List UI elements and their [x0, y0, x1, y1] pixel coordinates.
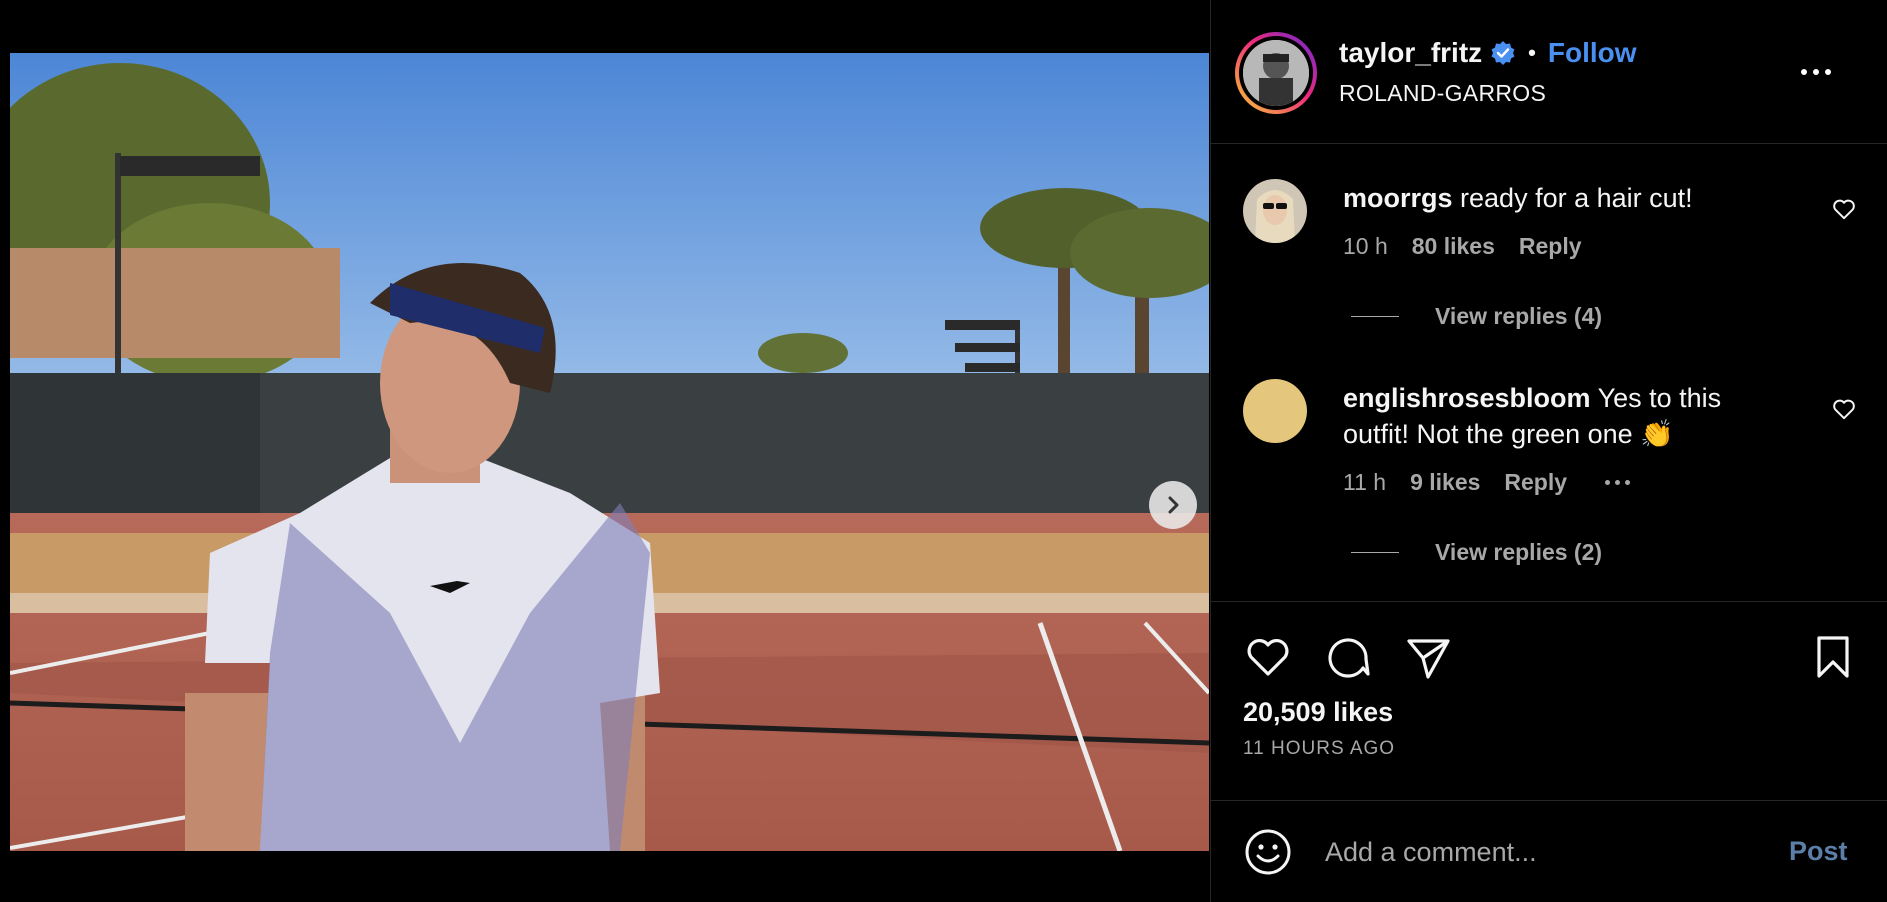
post-media[interactable]	[10, 53, 1209, 851]
header-separator: •	[1528, 40, 1536, 65]
comment-text: englishrosesbloom Yes to this outfit! No…	[1343, 380, 1773, 452]
heart-outline-icon[interactable]	[1831, 396, 1857, 422]
like-count[interactable]: 20,509 likes	[1243, 697, 1393, 728]
post-side-panel: taylor_fritz • Follow ROLAND-GARROS moor…	[1210, 0, 1887, 902]
verified-badge-icon	[1491, 41, 1515, 65]
comment-time[interactable]: 10 h	[1343, 233, 1388, 260]
post-location[interactable]: ROLAND-GARROS	[1339, 80, 1546, 107]
share-icon[interactable]	[1403, 632, 1453, 682]
comment-item: moorrgs ready for a hair cut! 10 h 80 li…	[1211, 143, 1887, 333]
comment-meta: 11 h 9 likes Reply	[1343, 469, 1631, 496]
comment-more-icon[interactable]	[1605, 469, 1631, 496]
view-replies-label: View replies (4)	[1435, 303, 1603, 329]
next-slide-button[interactable]	[1149, 481, 1197, 529]
reply-button[interactable]: Reply	[1519, 233, 1582, 260]
post-actions: 20,509 likes 11 HOURS AGO	[1211, 601, 1887, 801]
comment-input[interactable]	[1323, 828, 1767, 876]
heart-outline-icon[interactable]	[1831, 196, 1857, 222]
post-comment-button[interactable]: Post	[1789, 836, 1848, 867]
comment-likes[interactable]: 80 likes	[1412, 233, 1495, 260]
like-icon[interactable]	[1243, 632, 1293, 682]
post-photo	[10, 53, 1209, 851]
comment-username[interactable]: englishrosesbloom	[1343, 383, 1591, 413]
comment-meta: 10 h 80 likes Reply	[1343, 233, 1582, 260]
comment-item: englishrosesbloom Yes to this outfit! No…	[1211, 343, 1887, 583]
post-timestamp[interactable]: 11 HOURS AGO	[1243, 738, 1395, 760]
replies-divider	[1351, 552, 1399, 553]
follow-button[interactable]: Follow	[1548, 37, 1637, 69]
view-replies-button[interactable]: View replies (4)	[1351, 303, 1602, 330]
post-header: taylor_fritz • Follow ROLAND-GARROS	[1211, 0, 1887, 144]
avatar-photo	[1243, 40, 1309, 106]
view-replies-button[interactable]: View replies (2)	[1351, 539, 1602, 566]
comment-icon[interactable]	[1323, 632, 1373, 682]
comment-username[interactable]: moorrgs	[1343, 183, 1453, 213]
more-options-icon[interactable]	[1801, 60, 1845, 84]
emoji-icon[interactable]	[1243, 827, 1293, 877]
author-row: taylor_fritz • Follow	[1339, 37, 1637, 69]
view-replies-label: View replies (2)	[1435, 539, 1603, 565]
chevron-right-icon	[1168, 496, 1179, 514]
comment-body: ready for a hair cut!	[1452, 183, 1693, 213]
author-username[interactable]: taylor_fritz	[1339, 37, 1482, 69]
reply-button[interactable]: Reply	[1504, 469, 1567, 496]
comment-text: moorrgs ready for a hair cut!	[1343, 180, 1773, 216]
replies-divider	[1351, 316, 1399, 317]
save-bookmark-icon[interactable]	[1808, 632, 1858, 682]
comment-composer: Post	[1211, 800, 1887, 902]
commenter-avatar[interactable]	[1243, 179, 1307, 243]
author-avatar[interactable]	[1235, 32, 1317, 114]
commenter-avatar[interactable]	[1243, 379, 1307, 443]
comment-likes[interactable]: 9 likes	[1410, 469, 1480, 496]
comment-time[interactable]: 11 h	[1343, 469, 1386, 496]
